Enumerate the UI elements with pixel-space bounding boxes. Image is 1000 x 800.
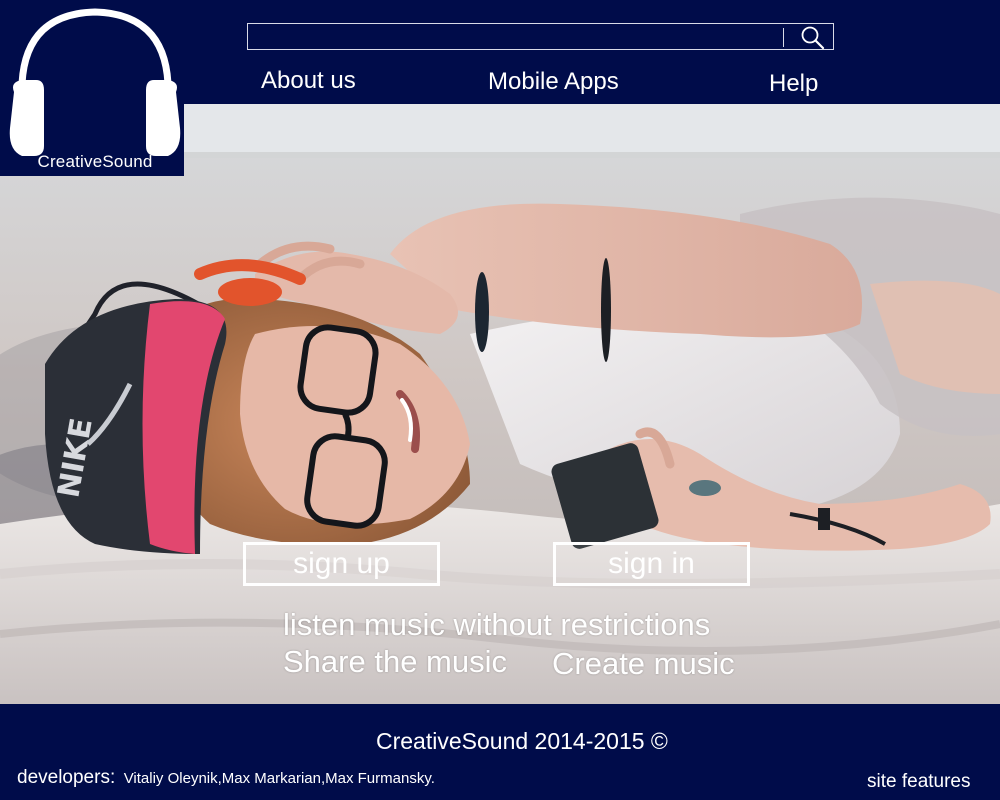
app-root: About us Mobile Apps Help NIKE sign up s… [0,0,1000,800]
search-divider [783,28,784,47]
tagline-create: Create music [552,646,735,681]
sign-in-button[interactable]: sign in [553,542,750,586]
site-features-link[interactable]: site features [867,771,971,793]
footer-bar: CreativeSound 2014-2015 © developers: Vi… [0,704,1000,800]
tagline-share: Share the music [283,644,507,679]
developers-credits: developers: Vitaliy Oleynik,Max Markaria… [17,767,435,789]
nav-about-us[interactable]: About us [261,67,356,95]
search-bar [247,23,834,50]
sign-up-button[interactable]: sign up [243,542,440,586]
headphones-icon [9,8,181,156]
brand-logo[interactable]: CreativeSound [0,0,184,176]
nav-mobile-apps[interactable]: Mobile Apps [488,68,619,96]
developers-label: developers: [17,767,116,788]
search-icon [801,26,825,49]
tagline-listen: listen music without restrictions [283,607,711,642]
nav-help[interactable]: Help [769,70,818,98]
search-button[interactable] [788,24,833,49]
developers-names: Vitaliy Oleynik,Max Markarian,Max Furman… [123,770,435,787]
brand-name: CreativeSound [37,152,153,171]
copyright-text: CreativeSound 2014-2015 © [376,728,668,754]
search-input[interactable] [248,24,782,49]
